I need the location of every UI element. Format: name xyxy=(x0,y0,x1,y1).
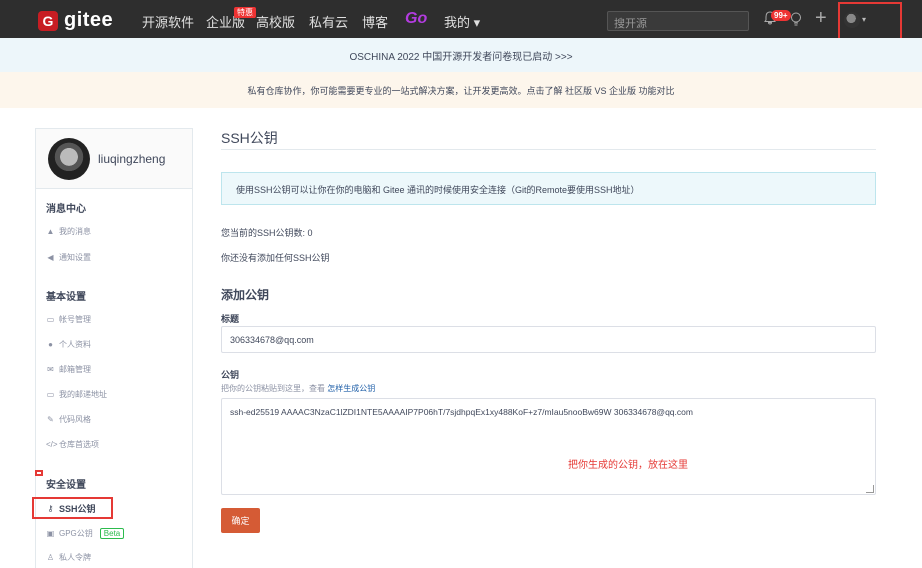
sidebar-item-my-messages[interactable]: ▲ 我的消息 xyxy=(46,226,91,237)
nav-private-cloud[interactable]: 私有云 xyxy=(309,12,348,31)
annotation-marker xyxy=(35,470,43,476)
lock-icon: ▣ xyxy=(46,529,55,538)
sidebar-item-label: 通知设置 xyxy=(59,253,91,262)
sidebar-item-label: 代码风格 xyxy=(59,415,91,424)
title-field-label: 标题 xyxy=(221,314,240,324)
key-field-label: 公钥 xyxy=(221,370,240,380)
nav-education[interactable]: 高校版 xyxy=(256,12,295,31)
sidebar-item-label: 私人令牌 xyxy=(59,553,91,562)
nav-blog[interactable]: 博客 xyxy=(362,12,388,31)
sidebar-item-label: 邮箱管理 xyxy=(59,365,91,374)
gitee-logo-text: gitee xyxy=(64,9,114,31)
notification-count-badge: 99+ xyxy=(771,10,791,21)
bell-icon: ▲ xyxy=(46,227,55,236)
address-icon: ▭ xyxy=(46,390,55,399)
plus-icon[interactable]: + xyxy=(815,7,827,30)
how-to-generate-key-link[interactable]: 怎样生成公钥 xyxy=(327,384,375,393)
annotation-paste-here: 把你生成的公钥，放在这里 xyxy=(568,460,688,471)
lightbulb-icon[interactable] xyxy=(790,12,802,26)
search-input[interactable]: 搜开源 xyxy=(607,11,749,31)
ssh-key-count: 您当前的SSH公钥数: 0 xyxy=(221,228,313,238)
sidebar-item-label: 我的消息 xyxy=(59,227,91,236)
sidebar-group-security: 安全设置 xyxy=(46,480,86,491)
nav-mine-dropdown[interactable]: 我的 ▾ xyxy=(444,12,480,31)
sidebar-item-email[interactable]: ✉ 邮箱管理 xyxy=(46,364,91,375)
info-alert: 使用SSH公钥可以让你在你的电脑和 Gitee 通讯的时候使用安全连接（Git的… xyxy=(221,172,876,205)
sidebar-item-label: 我的邮递地址 xyxy=(59,390,107,399)
sidebar-item-profile[interactable]: ● 个人资料 xyxy=(46,339,91,350)
sidebar-item-account[interactable]: ▭ 帐号管理 xyxy=(46,314,91,325)
info-alert-text: 使用SSH公钥可以让你在你的电脑和 Gitee 通讯的时候使用安全连接（Git的… xyxy=(236,185,640,195)
sidebar-item-label: 帐号管理 xyxy=(59,315,91,324)
speaker-icon: ◀ xyxy=(47,253,54,262)
nav-open-source[interactable]: 开源软件 xyxy=(142,12,194,31)
title-divider xyxy=(221,149,876,150)
gitee-logo[interactable]: G gitee xyxy=(38,9,113,32)
mail-icon: ✉ xyxy=(47,365,54,374)
sidebar-item-label: GPG公钥 xyxy=(59,529,93,538)
user-icon: ● xyxy=(48,340,53,349)
oschina-survey-banner[interactable]: OSCHINA 2022 中国开源开发者问卷现已启动 >>> xyxy=(0,38,922,72)
sidebar-item-address[interactable]: ▭ 我的邮递地址 xyxy=(46,389,107,400)
confirm-button[interactable]: 确定 xyxy=(221,508,260,533)
sidebar-item-private-tokens[interactable]: ♙ 私人令牌 xyxy=(46,552,91,563)
sidebar-username[interactable]: liuqingzheng xyxy=(98,152,165,166)
sidebar-item-notification-settings[interactable]: ◀ 通知设置 xyxy=(46,252,91,263)
code-icon: </> xyxy=(46,440,58,449)
promo-badge: 特惠 xyxy=(234,7,256,18)
top-navbar: G gitee 开源软件 企业版 特惠 高校版 私有云 博客 Go 我的 ▾ 搜… xyxy=(0,0,922,38)
oschina-banner-text[interactable]: OSCHINA 2022 中国开源开发者问卷现已启动 >>> xyxy=(349,48,572,63)
nav-go[interactable]: Go xyxy=(405,10,427,28)
public-key-textarea[interactable]: ssh-ed25519 AAAAC3NzaC1lZDI1NTE5AAAAIP7P… xyxy=(221,398,876,495)
brush-icon: ✎ xyxy=(47,415,54,424)
sidebar-item-code-style[interactable]: ✎ 代码风格 xyxy=(46,414,91,425)
card-icon: ▭ xyxy=(46,315,55,324)
key-hint-text: 把你的公钥粘贴到这里，查看 xyxy=(221,384,325,393)
textarea-resize-handle[interactable] xyxy=(866,485,874,493)
sidebar-profile[interactable]: liuqingzheng xyxy=(36,129,192,189)
enterprise-promo-banner: 私有仓库协作，你可能需要更专业的一站式解决方案，让开发更高效。点击了解 社区版 … xyxy=(0,72,922,108)
annotation-box-ssh xyxy=(32,497,113,519)
sidebar-group-messages: 消息中心 xyxy=(46,204,86,215)
key-field-hint: 把你的公钥粘贴到这里，查看 怎样生成公钥 xyxy=(221,383,375,394)
sidebar-group-basic: 基本设置 xyxy=(46,292,86,303)
gitee-logo-icon: G xyxy=(38,10,58,31)
title-input[interactable]: 306334678@qq.com xyxy=(221,326,876,353)
add-key-heading: 添加公钥 xyxy=(221,288,270,302)
beta-badge: Beta xyxy=(99,528,125,539)
token-icon: ♙ xyxy=(46,553,55,562)
sidebar-item-gpg-keys[interactable]: ▣ GPG公钥 Beta xyxy=(46,528,125,539)
avatar[interactable] xyxy=(48,137,90,180)
promo-banner-text[interactable]: 私有仓库协作，你可能需要更专业的一站式解决方案，让开发更高效。点击了解 社区版 … xyxy=(247,84,674,97)
public-key-value: ssh-ed25519 AAAAC3NzaC1lZDI1NTE5AAAAIP7P… xyxy=(230,407,693,417)
sidebar-item-repo-preferences[interactable]: </> 仓库首选项 xyxy=(46,439,99,450)
sidebar-item-label: 个人资料 xyxy=(59,340,91,349)
page-title: SSH公钥 xyxy=(221,130,278,146)
sidebar-item-label: 仓库首选项 xyxy=(59,440,99,449)
no-keys-message: 你还没有添加任何SSH公钥 xyxy=(221,253,330,263)
